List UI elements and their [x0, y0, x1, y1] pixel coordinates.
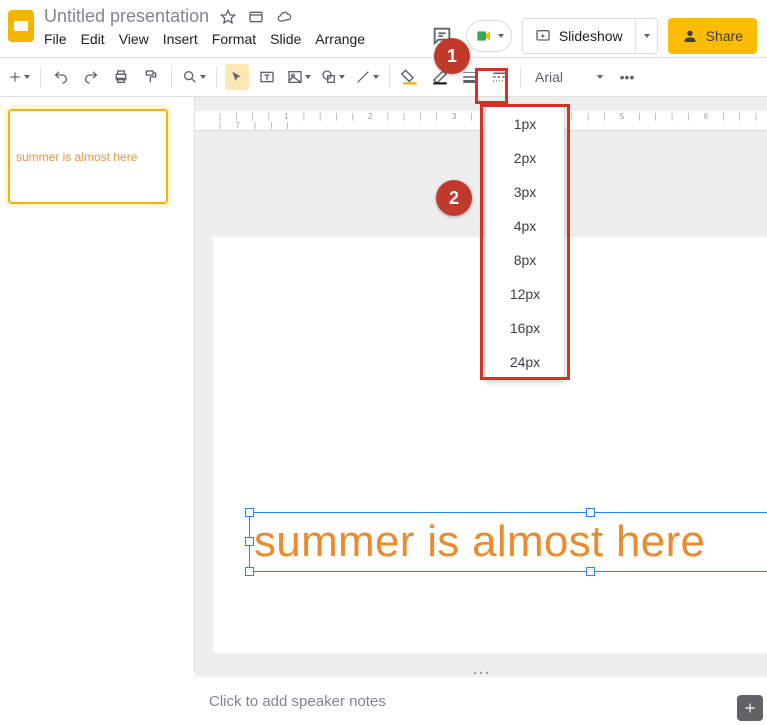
toolbar-separator — [171, 66, 172, 88]
menu-slide[interactable]: Slide — [270, 31, 301, 47]
slideshow-dropdown[interactable] — [635, 19, 657, 53]
zoom-button[interactable] — [180, 64, 208, 90]
slide-text[interactable]: summer is almost here — [250, 520, 705, 564]
slideshow-main[interactable]: Slideshow — [523, 28, 635, 44]
new-slide-button[interactable] — [6, 64, 32, 90]
annotation-step-2: 2 — [436, 180, 472, 216]
header-right: Slideshow Share — [428, 18, 757, 54]
resize-handle-nw[interactable] — [245, 508, 254, 517]
menu-format[interactable]: Format — [212, 31, 256, 47]
annotation-number: 1 — [447, 46, 457, 67]
slides-logo-icon[interactable] — [8, 10, 34, 42]
speaker-notes[interactable]: Click to add speaker notes — [195, 677, 767, 725]
chevron-down-icon — [373, 75, 379, 79]
slideshow-label: Slideshow — [559, 28, 623, 44]
slideshow-button[interactable]: Slideshow — [522, 18, 658, 54]
explore-button[interactable] — [737, 695, 763, 721]
thumb-text: summer is almost here — [16, 150, 137, 164]
menu-bar: File Edit View Insert Format Slide Arran… — [44, 31, 365, 47]
fill-color-button[interactable] — [398, 64, 422, 90]
toolbar-separator — [520, 66, 521, 88]
notes-resize-handle[interactable] — [195, 669, 767, 677]
menu-arrange[interactable]: Arrange — [315, 31, 365, 47]
title-column: Untitled presentation File Edit View Ins… — [44, 6, 365, 47]
chevron-down-icon — [644, 34, 650, 38]
cloud-status-icon[interactable] — [275, 8, 293, 26]
share-button[interactable]: Share — [668, 18, 757, 54]
chevron-down-icon — [305, 75, 311, 79]
textbox-button[interactable] — [255, 64, 279, 90]
speaker-notes-placeholder: Click to add speaker notes — [209, 693, 386, 710]
menu-view[interactable]: View — [119, 31, 149, 47]
shape-button[interactable] — [319, 64, 347, 90]
image-button[interactable] — [285, 64, 313, 90]
move-icon[interactable] — [247, 8, 265, 26]
share-label: Share — [706, 28, 743, 44]
chevron-down-icon — [339, 75, 345, 79]
toolbar-separator — [40, 66, 41, 88]
chevron-down-icon — [498, 34, 504, 38]
annotation-number: 2 — [449, 188, 459, 209]
toolbar-separator — [216, 66, 217, 88]
chevron-down-icon — [200, 75, 206, 79]
resize-handle-s[interactable] — [586, 567, 595, 576]
menu-edit[interactable]: Edit — [81, 31, 105, 47]
redo-button[interactable] — [79, 64, 103, 90]
chevron-down-icon — [597, 75, 603, 79]
annotation-box-2 — [480, 104, 570, 380]
font-name: Arial — [535, 69, 563, 85]
resize-handle-w[interactable] — [245, 537, 254, 546]
select-tool-button[interactable] — [225, 64, 249, 90]
slide-thumbnail[interactable]: summer is almost here — [8, 109, 168, 204]
annotation-step-1: 1 — [434, 38, 470, 74]
work-area: summer is almost here | | | | 1 | | | | … — [0, 97, 767, 672]
annotation-box-1 — [475, 68, 508, 104]
doc-title[interactable]: Untitled presentation — [44, 6, 209, 27]
selected-textbox[interactable]: summer is almost here — [249, 512, 767, 572]
line-button[interactable] — [353, 64, 381, 90]
resize-handle-sw[interactable] — [245, 567, 254, 576]
menu-insert[interactable]: Insert — [163, 31, 198, 47]
print-button[interactable] — [109, 64, 133, 90]
chevron-down-icon — [24, 75, 30, 79]
toolbar-separator — [389, 66, 390, 88]
resize-handle-n[interactable] — [586, 508, 595, 517]
menu-file[interactable]: File — [44, 31, 67, 47]
meet-button[interactable] — [466, 20, 512, 52]
paint-format-button[interactable] — [139, 64, 163, 90]
font-selector[interactable]: Arial — [529, 64, 609, 90]
more-tools-button[interactable]: ••• — [615, 64, 639, 90]
doc-title-row: Untitled presentation — [44, 6, 365, 27]
star-icon[interactable] — [219, 8, 237, 26]
toolbar: Arial ••• — [0, 57, 767, 97]
filmstrip[interactable]: summer is almost here — [0, 97, 195, 672]
undo-button[interactable] — [49, 64, 73, 90]
